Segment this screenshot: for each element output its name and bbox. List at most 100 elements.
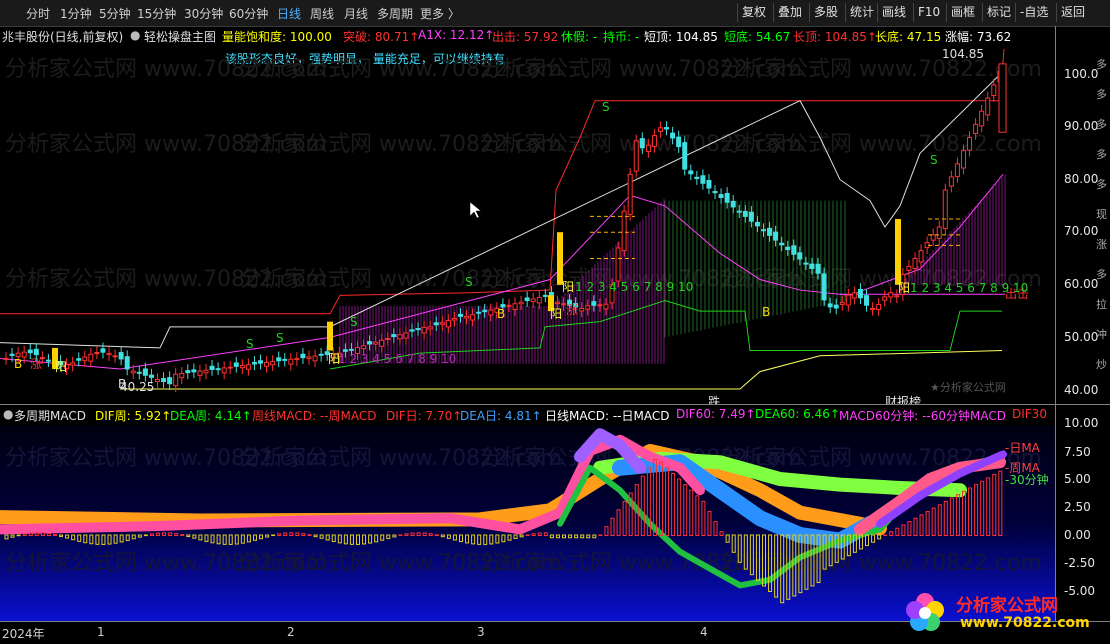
- candle-body: [954, 163, 960, 177]
- candle-body: [809, 263, 815, 269]
- candle-body: [821, 273, 827, 301]
- toolbar-button[interactable]: 画线: [877, 3, 910, 22]
- toolbar-button[interactable]: 多股: [809, 3, 842, 22]
- toolbar-button[interactable]: 标记: [982, 3, 1015, 22]
- candle-body: [712, 191, 718, 194]
- zhang-label: 涨: [566, 302, 578, 317]
- candle-body: [21, 351, 27, 358]
- candle-body: [415, 328, 421, 331]
- macd-histogram-bar: [143, 534, 148, 537]
- candle-body: [409, 329, 415, 332]
- macd-histogram-bar: [16, 534, 21, 537]
- dropdown-icon[interactable]: ●: [3, 407, 13, 421]
- period-tab[interactable]: 日线: [277, 5, 301, 22]
- indicator-value: 短底: 54.67: [724, 30, 791, 44]
- candle-body: [851, 292, 857, 299]
- macd-value: 周线MACD: --周MACD: [252, 409, 377, 423]
- candle-body: [221, 367, 227, 374]
- indicator-value: 长顶: 104.85↑: [793, 30, 877, 44]
- period-tab[interactable]: 1分钟: [60, 5, 92, 22]
- date-tick: 3: [477, 625, 485, 639]
- toolbar-button[interactable]: 叠加: [773, 3, 806, 22]
- macd-tick: 0.00: [1064, 528, 1091, 542]
- macd-value: DEA日: 4.81↑: [460, 409, 542, 423]
- toolbar-button[interactable]: -自选: [1015, 3, 1052, 22]
- candle-body: [857, 288, 863, 299]
- side-label: 涨: [1096, 238, 1107, 251]
- period-tab[interactable]: 多周期: [377, 5, 413, 22]
- candle-body: [9, 353, 15, 356]
- period-tab[interactable]: 月线: [344, 5, 368, 22]
- candle-body: [142, 368, 148, 376]
- candle-body: [645, 144, 651, 153]
- indicator-value: 涨幅: 73.62: [945, 30, 1012, 44]
- macd-histogram-bar: [398, 534, 403, 537]
- fall-label: 跌: [708, 394, 720, 404]
- seq-label: 1 2 3 4 5 6 7 8 9 10: [338, 352, 456, 366]
- price-tick: 90.00: [1064, 119, 1099, 133]
- b-label: B: [14, 357, 22, 371]
- macd-title[interactable]: 多周期MACD: [14, 407, 86, 424]
- candle-body: [700, 175, 706, 184]
- b-label: B: [497, 307, 505, 321]
- indicator-name[interactable]: 轻松操盘主图: [144, 28, 216, 45]
- zhang-label: 涨: [30, 356, 42, 371]
- candle-body: [88, 353, 94, 362]
- period-tab[interactable]: 5分钟: [99, 5, 131, 22]
- candle-body: [421, 326, 427, 334]
- period-tab[interactable]: 60分钟: [229, 5, 268, 22]
- high-label: 104.85: [942, 47, 984, 61]
- candle-body: [433, 322, 439, 326]
- stock-name[interactable]: 兆丰股份(日线,前复权): [2, 28, 123, 45]
- candle-body: [33, 348, 39, 356]
- candle-body: [827, 303, 833, 308]
- s-label: S: [602, 100, 610, 114]
- side-label: 冲: [1096, 328, 1107, 341]
- period-tab[interactable]: 30分钟: [184, 5, 223, 22]
- toolbar-button[interactable]: 画框: [946, 3, 979, 22]
- period-tab[interactable]: 周线: [310, 5, 334, 22]
- macd-value: DIF60: 7.49↑: [676, 407, 756, 421]
- candle-body: [894, 295, 900, 298]
- candle-body: [524, 297, 530, 302]
- candlestick-chart[interactable]: 分析家公式网 www.70822.com 分析家公式网 www.70822.com…: [0, 46, 1055, 404]
- macd-histogram-bar: [598, 534, 603, 536]
- toolbar-button[interactable]: 复权: [737, 3, 770, 22]
- toolbar-button[interactable]: 返回: [1056, 3, 1089, 22]
- period-tab[interactable]: 更多 〉: [420, 5, 460, 22]
- candle-body: [918, 250, 924, 263]
- indicator-value: 长底: 47.15: [875, 30, 942, 44]
- macd-tick: 5.00: [1064, 472, 1091, 486]
- candle-body: [554, 301, 560, 304]
- candle-body: [633, 140, 639, 172]
- candle-body: [730, 200, 736, 208]
- candle-body: [482, 309, 488, 313]
- period-tab[interactable]: 15分钟: [137, 5, 176, 22]
- candle-body: [657, 127, 663, 132]
- candle-body: [94, 352, 100, 355]
- candle-body: [27, 349, 33, 354]
- candle-body: [591, 301, 597, 306]
- candle-body: [998, 63, 1007, 133]
- toolbar-button[interactable]: F10: [913, 3, 944, 22]
- watermark: ★分析家公式网: [930, 380, 1006, 394]
- period-tab[interactable]: 分时: [26, 5, 50, 22]
- candle-body: [45, 359, 51, 362]
- candle-body: [445, 320, 451, 328]
- seq-label: 1 2 3 4 5 6 7 8 9 10: [910, 281, 1028, 295]
- candle-body: [815, 263, 821, 274]
- candle-body: [439, 322, 445, 325]
- toolbar-button[interactable]: 统计: [845, 3, 878, 22]
- candle-body: [118, 352, 124, 360]
- yang-bar: [895, 219, 901, 285]
- dropdown-icon[interactable]: ●: [130, 28, 140, 42]
- candle-body: [476, 311, 482, 314]
- candle-body: [318, 353, 324, 356]
- macd-chart[interactable]: 分析家公式网 www.70822.com分析家公式网 www.70822.com…: [0, 425, 1055, 621]
- candle-body: [767, 227, 773, 236]
- candle-body: [639, 138, 645, 149]
- candle-body: [561, 303, 567, 306]
- candle-body: [282, 358, 288, 361]
- candle-body: [742, 210, 748, 217]
- side-label: 多: [1096, 268, 1107, 281]
